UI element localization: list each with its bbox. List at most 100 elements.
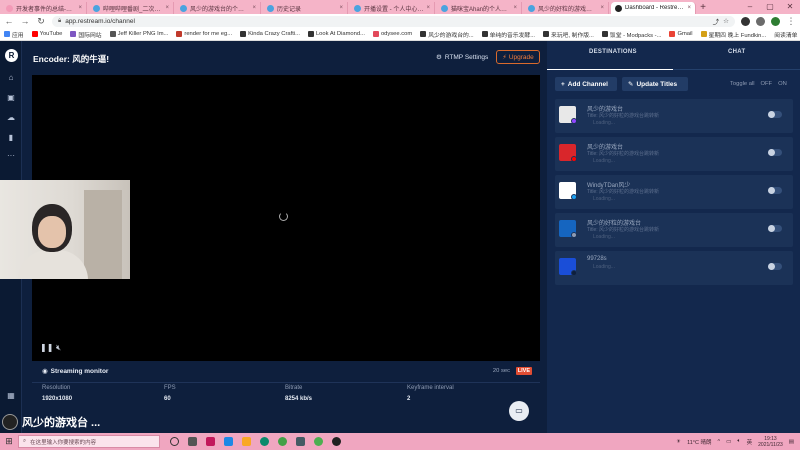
destination-card[interactable]: WindyTDan风少 Title: 风少的好粒的游戏台跳转新 Loading... (555, 175, 793, 209)
browser-tab[interactable]: Dashboard - Restream × (611, 2, 696, 14)
bookmark-favicon-icon (669, 31, 676, 37)
tab-destinations[interactable]: DESTINATIONS (589, 49, 637, 55)
plus-icon: + (561, 80, 565, 88)
clock[interactable]: 19:13 2021/11/23 (758, 436, 783, 448)
browser-tab[interactable]: 风少的游戏台的个人空间_× (176, 2, 261, 14)
reading-list[interactable]: 阅读清单 (774, 30, 797, 39)
browser-tab[interactable]: 开播设置 - 个人中心 - bili × (350, 2, 435, 14)
tab-close-icon[interactable]: × (513, 5, 517, 11)
rtmp-settings-button[interactable]: ⚙ RTMP Settings (436, 53, 488, 62)
toggle-all-on[interactable]: ON (778, 81, 787, 87)
pinned-app-icon[interactable] (206, 437, 215, 446)
obs-icon[interactable] (332, 437, 341, 446)
bookmark-item[interactable]: YouTube (31, 31, 62, 37)
tab-close-icon[interactable]: × (600, 5, 604, 11)
task-view-icon[interactable] (188, 437, 197, 446)
pause-icon[interactable]: ❚❚ (40, 343, 53, 352)
bookmark-item[interactable]: 星期四 晚上 Fundkin... (700, 30, 766, 39)
forward-icon[interactable]: → (20, 16, 30, 26)
browser-tab[interactable]: 哔哩哔哩番剧_二次元番剧× (89, 2, 174, 14)
streamer-avatar (2, 414, 18, 430)
pinned-app-icon[interactable] (224, 437, 233, 446)
windows-start-icon[interactable]: ⊞ (0, 433, 18, 450)
bookmark-item[interactable]: Look At Diamond... (307, 31, 365, 37)
bookmark-item[interactable]: 国际网站 (70, 30, 102, 39)
channel-toggle[interactable] (768, 187, 782, 194)
tab-close-icon[interactable]: × (687, 5, 691, 11)
notification-icon[interactable]: ▤ (789, 439, 794, 445)
pinned-app-icon[interactable] (296, 437, 305, 446)
update-titles-label: Update Titles (636, 80, 678, 88)
taskbar-search-input[interactable]: ⌕ 在这里输入你要搜索的内容 (18, 435, 160, 448)
bookmark-item[interactable]: odysee.com (372, 31, 413, 37)
restream-logo[interactable]: R (5, 49, 18, 62)
tab-chat[interactable]: CHAT (728, 49, 745, 55)
channel-toggle[interactable] (768, 225, 782, 232)
home-icon[interactable]: ⌂ (6, 73, 16, 83)
network-icon[interactable]: ▭ (726, 439, 731, 445)
puzzle-icon[interactable] (756, 16, 765, 26)
ime-icon[interactable]: 英 (747, 438, 753, 446)
update-titles-button[interactable]: ✎ Update Titles (622, 77, 688, 91)
tray-arrow-icon[interactable]: ^ (718, 439, 721, 445)
bookmark-star-icon[interactable]: ☆ (723, 17, 729, 25)
destination-card[interactable]: 99728s Loading... (555, 251, 793, 285)
url-input[interactable]: 🔒︎ app.restream.io/channel ⤴ ☆ (52, 15, 735, 27)
destination-card[interactable]: 风少的好粒的游戏台 Title: 风少的好粒的游戏台跳转新 Loading... (555, 213, 793, 247)
share-icon[interactable]: ⤴ (713, 16, 720, 26)
bookmark-label: odysee.com (380, 31, 413, 37)
volume-icon[interactable]: 🔈︎ (737, 438, 740, 445)
bookmark-item[interactable]: 应用 (4, 30, 24, 39)
bookmark-favicon-icon (372, 31, 379, 37)
tab-close-icon[interactable]: × (339, 5, 343, 11)
new-tab-button[interactable]: + (696, 2, 710, 14)
destination-card[interactable]: 风少的游戏台 Title: 风少的好粒的游戏台跳转新 Loading... (555, 137, 793, 171)
channel-toggle[interactable] (768, 263, 782, 270)
bookmark-label: 单纯的音乐发酵... (489, 32, 536, 39)
bookmark-item[interactable]: Gmail (669, 31, 693, 37)
bookmark-item[interactable]: 风少的游戏台的... (420, 30, 474, 39)
edge-icon[interactable] (260, 437, 269, 446)
bookmark-item[interactable]: 单纯的音乐发酵... (481, 30, 536, 39)
tab-close-icon[interactable]: × (252, 5, 256, 11)
close-window-icon[interactable]: ✕ (780, 0, 800, 14)
cortana-icon[interactable] (170, 437, 179, 446)
maximize-icon[interactable]: ▢ (760, 0, 780, 14)
tab-title: 风少的游戏台的个人空间_ (190, 6, 250, 13)
tab-close-icon[interactable]: × (426, 5, 430, 11)
menu-dots-icon[interactable]: ⋮ (786, 16, 796, 27)
bookmark-item[interactable]: Jeff Killer PNG Im... (109, 31, 168, 37)
upgrade-button[interactable]: ⚡︎ Upgrade (496, 50, 540, 64)
browser-tab[interactable]: 风少的好粒的游戏台跳转新× (524, 2, 609, 14)
add-channel-button[interactable]: + Add Channel (555, 77, 617, 91)
back-icon[interactable]: ← (4, 16, 14, 26)
channel-toggle[interactable] (768, 111, 782, 118)
bookmark-item[interactable]: Kinda Crazy Crafti... (240, 31, 300, 37)
chat-widget-button[interactable]: ▭ (509, 401, 529, 421)
chrome-icon[interactable] (314, 437, 323, 446)
gift-icon[interactable]: ▦ (6, 391, 16, 401)
destination-card[interactable]: 风少的游戏台 Title: 风少的好粒的游戏台跳转新 Loading... (555, 99, 793, 133)
extension-icon[interactable] (741, 16, 750, 26)
more-icon[interactable]: ··· (6, 151, 16, 161)
cloud-icon[interactable]: ☁ (6, 113, 16, 123)
bookmark-item[interactable]: render for me eg... (176, 31, 232, 37)
file-explorer-icon[interactable] (242, 437, 251, 446)
tab-close-icon[interactable]: × (165, 5, 169, 11)
tab-close-icon[interactable]: × (78, 5, 82, 11)
browser-tab[interactable]: 开发者事件的总结-哔哩哔× (2, 2, 87, 14)
minimize-icon[interactable]: – (740, 0, 760, 14)
studio-icon[interactable]: ▣ (6, 93, 16, 103)
bookmark-item[interactable]: 来玩吧, 制作版... (543, 30, 594, 39)
channel-toggle[interactable] (768, 149, 782, 156)
mute-icon[interactable]: 🔇︎ (56, 343, 61, 353)
analytics-icon[interactable]: ▮ (6, 133, 16, 143)
bookmark-item[interactable]: 饭堂 - Modpacks -... (601, 30, 661, 39)
toggle-all-off[interactable]: OFF (761, 81, 773, 87)
profile-avatar[interactable] (771, 16, 780, 26)
bookmark-favicon-icon (307, 31, 314, 37)
reload-icon[interactable]: ↻ (36, 16, 46, 27)
browser-tab[interactable]: 猫咪宝Ahan的个人空间_哔× (437, 2, 522, 14)
browser-tab[interactable]: 历史记录 × (263, 2, 348, 14)
chrome-icon[interactable] (278, 437, 287, 446)
